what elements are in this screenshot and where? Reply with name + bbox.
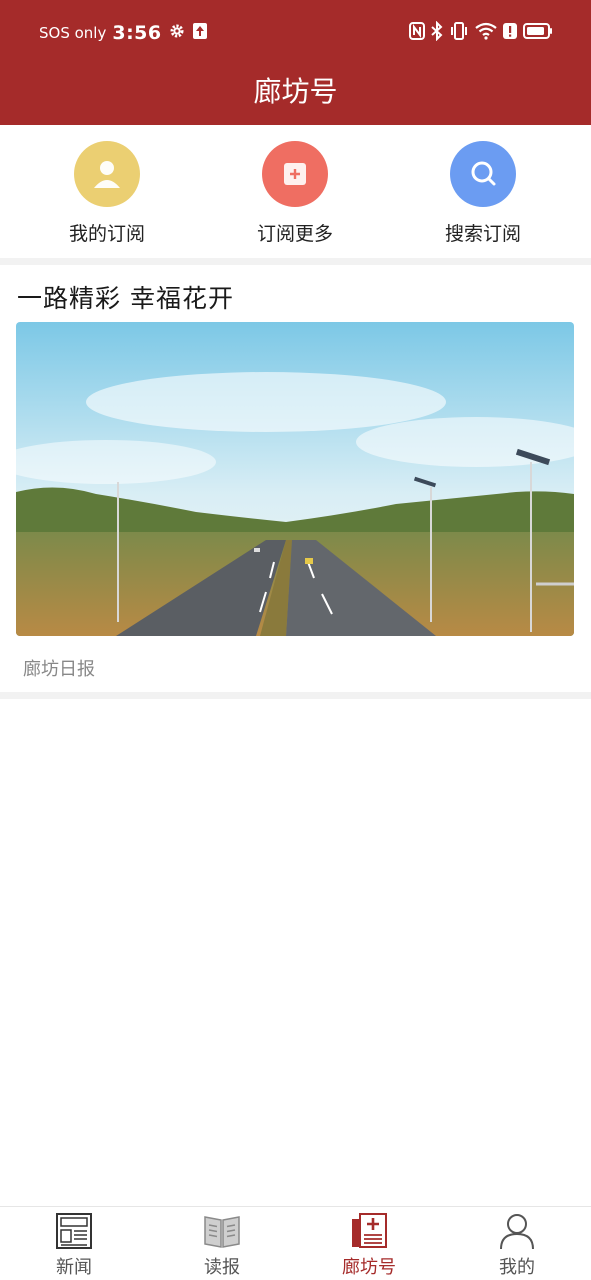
article-image xyxy=(16,322,574,636)
tab-news-label: 新闻 xyxy=(56,1257,92,1278)
app-header: SOS only 3:56 廊坊号 xyxy=(0,0,591,125)
add-icon xyxy=(262,141,328,207)
upload-icon xyxy=(192,22,208,44)
clock-time: 3:56 xyxy=(112,22,162,44)
book-icon xyxy=(162,1211,282,1251)
status-bar: SOS only 3:56 xyxy=(0,18,591,48)
nfc-icon xyxy=(409,22,425,44)
tab-read-paper-label: 读报 xyxy=(204,1257,240,1278)
status-left: SOS only 3:56 xyxy=(39,18,208,48)
bottom-tab-bar: 新闻 读报 廊坊号 我的 xyxy=(0,1206,591,1280)
tab-langfang-hao[interactable]: 廊坊号 xyxy=(309,1211,429,1279)
my-subscriptions-label: 我的订阅 xyxy=(68,223,145,245)
list-item[interactable]: 一路精彩 幸福花开 廊坊日报 xyxy=(0,265,591,693)
bluetooth-icon xyxy=(431,20,443,45)
search-subscriptions-label: 搜索订阅 xyxy=(444,223,521,245)
battery-icon xyxy=(523,22,553,44)
tab-news[interactable]: 新闻 xyxy=(14,1211,134,1279)
my-subscriptions-button[interactable]: 我的订阅 xyxy=(27,141,187,246)
subscribe-more-label: 订阅更多 xyxy=(256,223,333,245)
section-divider xyxy=(0,692,591,699)
news-icon xyxy=(14,1211,134,1251)
status-right xyxy=(409,18,553,48)
tab-read-paper[interactable]: 读报 xyxy=(162,1211,282,1279)
section-divider xyxy=(0,258,591,265)
vibrate-icon xyxy=(449,21,469,45)
tab-mine-label: 我的 xyxy=(499,1257,535,1278)
alert-icon xyxy=(503,22,517,44)
tab-mine[interactable]: 我的 xyxy=(457,1211,577,1279)
page-title: 廊坊号 xyxy=(253,75,338,108)
article-source: 廊坊日报 xyxy=(23,659,95,680)
search-subscriptions-button[interactable]: 搜索订阅 xyxy=(403,141,563,246)
user-icon xyxy=(74,141,140,207)
gear-icon xyxy=(168,22,186,44)
subscribe-more-button[interactable]: 订阅更多 xyxy=(215,141,375,246)
wifi-icon xyxy=(475,22,497,44)
search-icon xyxy=(450,141,516,207)
article-title: 一路精彩 幸福花开 xyxy=(17,284,234,313)
person-icon xyxy=(457,1211,577,1251)
subscription-actions: 我的订阅 订阅更多 搜索订阅 xyxy=(0,125,591,258)
carrier-text: SOS only xyxy=(39,24,107,42)
news-add-icon xyxy=(309,1211,429,1251)
tab-langfang-hao-label: 廊坊号 xyxy=(342,1257,396,1278)
